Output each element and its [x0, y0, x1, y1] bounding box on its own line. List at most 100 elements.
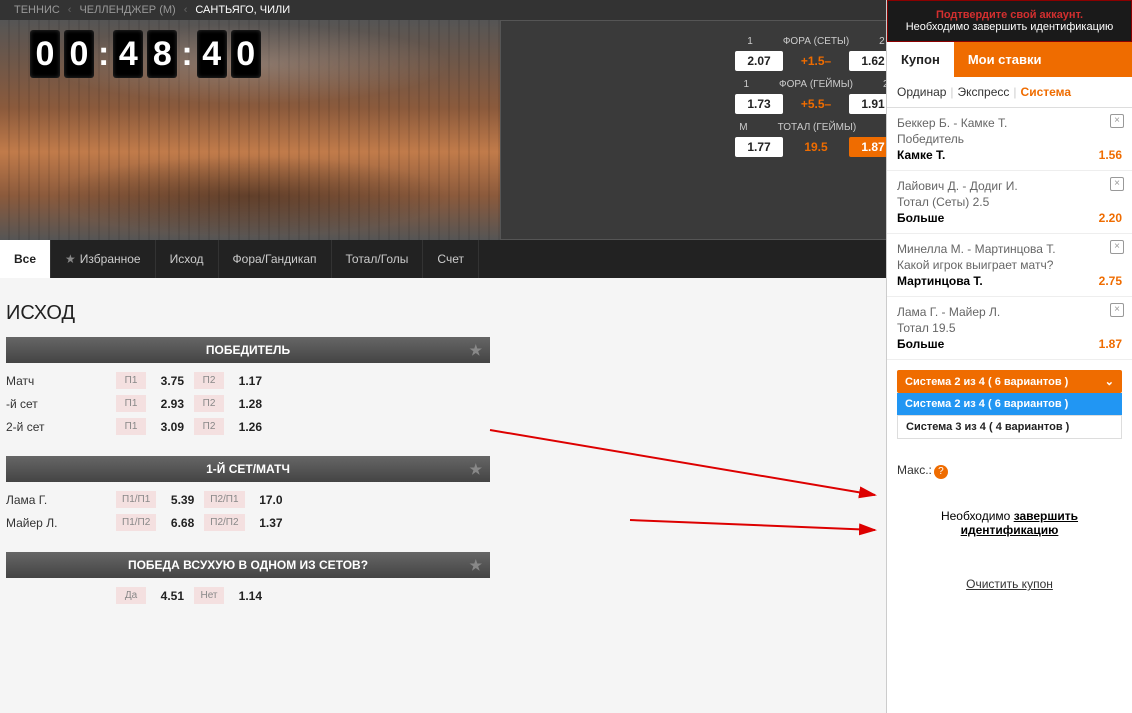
- pick-label[interactable]: П1/П1: [116, 491, 156, 508]
- type-system[interactable]: Система: [1021, 85, 1072, 99]
- bet-selection: Мартинцова Т.: [897, 274, 983, 288]
- pick-odd[interactable]: 5.39: [158, 493, 194, 507]
- pick-odd[interactable]: 1.14: [226, 589, 262, 603]
- market-label: -й сет: [6, 397, 116, 411]
- verify-banner[interactable]: Подтвердите свой аккаунт. Необходимо зав…: [887, 0, 1132, 42]
- group-header[interactable]: ПОБЕДИТЕЛЬ ★: [6, 337, 490, 363]
- market-label: Матч: [6, 374, 116, 388]
- odd-btn[interactable]: 2.07: [735, 51, 783, 71]
- pick-odd[interactable]: 3.75: [148, 374, 184, 388]
- bet-selection: Камке Т.: [897, 148, 945, 162]
- tab-mybets[interactable]: Мои ставки: [954, 42, 1056, 77]
- sep: |: [950, 85, 953, 99]
- pick-odd[interactable]: 17.0: [247, 493, 283, 507]
- group-title: ПОБЕДИТЕЛЬ: [206, 343, 290, 357]
- pick-label[interactable]: П1: [116, 395, 146, 412]
- digit: 0: [231, 30, 261, 78]
- h: 1: [743, 79, 749, 90]
- bet-item: × Лама Г. - Майер Л. Тотал 19.5 Больше1.…: [887, 297, 1132, 360]
- sep: |: [1013, 85, 1016, 99]
- system-option[interactable]: Система 2 из 4 ( 6 вариантов ): [897, 393, 1122, 415]
- pick-odd[interactable]: 1.37: [247, 516, 283, 530]
- odd-handicap: +1.5–: [791, 54, 841, 68]
- type-express[interactable]: Экспресс: [958, 85, 1010, 99]
- pick-label[interactable]: П1: [116, 372, 146, 389]
- remove-bet-icon[interactable]: ×: [1110, 240, 1124, 254]
- max-row: Макс.:?: [897, 463, 1122, 479]
- pick-odd[interactable]: 2.93: [148, 397, 184, 411]
- chevron-down-icon: ⌄: [1105, 375, 1114, 388]
- pick-odd[interactable]: 1.17: [226, 374, 262, 388]
- system-option[interactable]: Система 3 из 4 ( 4 вариантов ): [897, 415, 1122, 439]
- tab-fav[interactable]: ★Избранное: [51, 240, 156, 278]
- tab-score[interactable]: Счет: [423, 240, 479, 278]
- system-label: Система 2 из 4 ( 6 вариантов ): [905, 376, 1068, 388]
- video-stream[interactable]: 0 0 : 4 8 : 4 0: [0, 20, 500, 240]
- pick-odd[interactable]: 1.26: [226, 420, 262, 434]
- remove-bet-icon[interactable]: ×: [1110, 177, 1124, 191]
- bet-match: Беккер Б. - Камке Т.: [897, 116, 1122, 130]
- pick-odd[interactable]: 1.28: [226, 397, 262, 411]
- pick-odd[interactable]: 4.51: [148, 589, 184, 603]
- bc-challenger[interactable]: ЧЕЛЛЕНДЖЕР (М): [79, 4, 175, 16]
- h: 2: [879, 36, 885, 47]
- remove-bet-icon[interactable]: ×: [1110, 114, 1124, 128]
- identification-notice: Необходимо завершить идентификацию: [897, 509, 1122, 537]
- bet-coef: 2.75: [1099, 274, 1122, 288]
- odd-btn[interactable]: 1.73: [735, 94, 783, 114]
- market-label: 2-й сет: [6, 420, 116, 434]
- tab-all[interactable]: Все: [0, 240, 51, 278]
- tab-outcome[interactable]: Исход: [156, 240, 219, 278]
- tab-handicap[interactable]: Фора/Гандикап: [219, 240, 332, 278]
- bet-market: Победитель: [897, 132, 1122, 146]
- h: 1: [747, 36, 753, 47]
- pick-label[interactable]: П2: [194, 372, 224, 389]
- odd-handicap: +5.5–: [791, 97, 841, 111]
- bet-market: Какой игрок выиграет матч?: [897, 258, 1122, 272]
- chevron-left-icon: ‹: [184, 4, 188, 16]
- pick-label[interactable]: П2: [194, 418, 224, 435]
- bc-location[interactable]: САНТЬЯГО, ЧИЛИ: [195, 4, 290, 16]
- pick-label[interactable]: П1/П2: [116, 514, 156, 531]
- group-title: ПОБЕДА ВСУХУЮ В ОДНОМ ИЗ СЕТОВ?: [128, 558, 368, 572]
- match-timer: 0 0 : 4 8 : 4 0: [30, 30, 261, 78]
- pick-label[interactable]: Да: [116, 587, 146, 604]
- pick-label[interactable]: П2: [194, 395, 224, 412]
- markets-content: ИСХОД ПОБЕДИТЕЛЬ★МатчП13.75П21.17-й сетП…: [0, 278, 490, 625]
- system-select[interactable]: Система 2 из 4 ( 6 вариантов ) ⌄: [897, 370, 1122, 393]
- clear-coupon[interactable]: Очистить купон: [897, 577, 1122, 591]
- tab-total[interactable]: Тотал/Голы: [332, 240, 424, 278]
- help-icon[interactable]: ?: [934, 465, 948, 479]
- star-icon[interactable]: ★: [469, 557, 482, 574]
- bet-match: Минелла М. - Мартинцова Т.: [897, 242, 1122, 256]
- bc-tennis[interactable]: ТЕННИС: [14, 4, 60, 16]
- bet-selection: Больше: [897, 211, 944, 225]
- pick-odd[interactable]: 6.68: [158, 516, 194, 530]
- system-selector: Система 2 из 4 ( 6 вариантов ) ⌄ Система…: [887, 360, 1132, 601]
- remove-bet-icon[interactable]: ×: [1110, 303, 1124, 317]
- pick-label[interactable]: П1: [116, 418, 146, 435]
- tab-coupon[interactable]: Купон: [887, 42, 954, 77]
- market-label: Лама Г.: [6, 493, 116, 507]
- odd-btn[interactable]: 1.77: [735, 137, 783, 157]
- bet-coef: 1.87: [1099, 337, 1122, 351]
- pick-label[interactable]: П2/П1: [204, 491, 244, 508]
- pick-label[interactable]: П2/П2: [204, 514, 244, 531]
- group-header[interactable]: ПОБЕДА ВСУХУЮ В ОДНОМ ИЗ СЕТОВ? ★: [6, 552, 490, 578]
- t: Необходимо: [941, 509, 1014, 523]
- star-icon[interactable]: ★: [469, 461, 482, 478]
- bet-match: Лама Г. - Майер Л.: [897, 305, 1122, 319]
- bet-item: × Беккер Б. - Камке Т. Победитель Камке …: [887, 108, 1132, 171]
- bet-selection: Больше: [897, 337, 944, 351]
- bet-coef: 2.20: [1099, 211, 1122, 225]
- type-single[interactable]: Ординар: [897, 85, 946, 99]
- pick-odd[interactable]: 3.09: [148, 420, 184, 434]
- star-icon[interactable]: ★: [469, 342, 482, 359]
- bet-item: × Минелла М. - Мартинцова Т. Какой игрок…: [887, 234, 1132, 297]
- pick-label[interactable]: Нет: [194, 587, 224, 604]
- market-row: 2-й сетП13.09 П21.26: [6, 415, 490, 438]
- digit: 0: [30, 30, 60, 78]
- odd-total: 19.5: [791, 140, 841, 154]
- group-header[interactable]: 1-Й СЕТ/МАТЧ★: [6, 456, 490, 482]
- h: М: [739, 122, 747, 133]
